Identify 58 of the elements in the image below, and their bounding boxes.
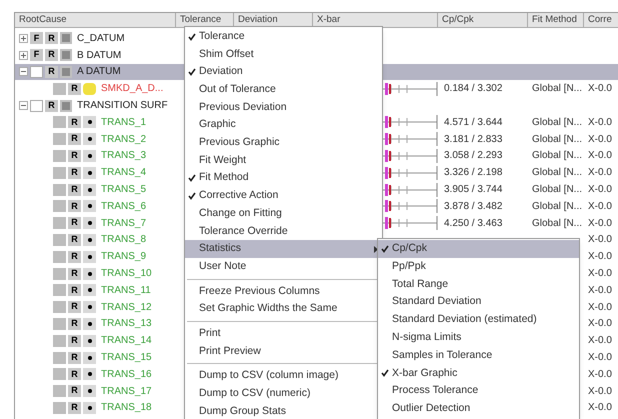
item-name: TRANSITION SURF bbox=[77, 99, 168, 114]
corrective-value: X-0.0 bbox=[588, 368, 612, 380]
cp-cpk-value: 3.058 / 2.293 bbox=[444, 150, 502, 162]
fit-method-value: Global [N... bbox=[532, 116, 582, 128]
corrective-value: X-0.0 bbox=[588, 284, 612, 296]
cp-cpk-value: 3.878 / 3.482 bbox=[444, 200, 502, 212]
fit-method-value: Global [N... bbox=[532, 83, 582, 94]
item-name: TRANS_6 bbox=[101, 200, 146, 214]
corrective-value: X-0.0 bbox=[588, 200, 612, 212]
item-name: TRANS_18 bbox=[101, 401, 152, 416]
fit-method-value: Global [N... bbox=[532, 134, 582, 145]
item-name: TRANS_5 bbox=[101, 183, 146, 198]
item-name: TRANS_7 bbox=[101, 216, 146, 231]
item-name: TRANS_9 bbox=[101, 250, 146, 264]
corrective-value: X-0.0 bbox=[588, 335, 612, 346]
corrective-value: X-0.0 bbox=[588, 386, 612, 397]
item-name: SMKD_A_D... bbox=[101, 82, 164, 96]
fit-method-value: Global [N... bbox=[532, 167, 582, 178]
corrective-value: X-0.0 bbox=[588, 134, 612, 145]
item-name: TRANS_2 bbox=[101, 132, 146, 147]
corrective-value: X-0.0 bbox=[588, 251, 612, 262]
item-name: TRANS_11 bbox=[101, 284, 151, 298]
item-name: C_DATUM bbox=[77, 32, 125, 46]
item-name: TRANS_8 bbox=[101, 233, 146, 248]
item-name: TRANS_17 bbox=[101, 384, 152, 399]
corrective-value: X-0.0 bbox=[588, 268, 612, 280]
item-name: TRANS_4 bbox=[101, 166, 146, 180]
fit-method-value: Global [N... bbox=[532, 200, 582, 212]
item-name: TRANS_10 bbox=[101, 267, 152, 282]
corrective-value: X-0.0 bbox=[588, 150, 612, 162]
item-name: TRANS_3 bbox=[101, 149, 146, 164]
item-name: TRANS_12 bbox=[101, 300, 152, 315]
corrective-value: X-0.0 bbox=[588, 116, 612, 128]
corrective-value: X-0.0 bbox=[588, 402, 612, 414]
cp-cpk-value: 4.250 / 3.463 bbox=[444, 218, 502, 229]
item-name: TRANS_1 bbox=[101, 116, 146, 130]
item-name: TRANS_16 bbox=[101, 368, 152, 382]
item-name: TRANS_14 bbox=[101, 334, 152, 348]
cp-cpk-value: 4.571 / 3.644 bbox=[444, 116, 502, 128]
corrective-value: X-0.0 bbox=[588, 234, 612, 246]
cp-cpk-value: 3.181 / 2.833 bbox=[444, 134, 502, 145]
corrective-value: X-0.0 bbox=[588, 352, 612, 364]
item-name: TRANS_15 bbox=[101, 351, 152, 366]
cp-cpk-value: 0.184 / 3.302 bbox=[444, 83, 502, 94]
fit-method-value: Global [N... bbox=[532, 184, 582, 196]
fit-method-value: Global [N... bbox=[532, 218, 582, 229]
item-name: B DATUM bbox=[77, 48, 122, 63]
corrective-value: X-0.0 bbox=[588, 83, 612, 94]
corrective-value: X-0.0 bbox=[588, 167, 612, 178]
cp-cpk-value: 3.326 / 2.198 bbox=[444, 167, 502, 178]
corrective-value: X-0.0 bbox=[588, 318, 612, 330]
cp-cpk-value: 3.905 / 3.744 bbox=[444, 184, 502, 196]
corrective-value: X-0.0 bbox=[588, 302, 612, 313]
item-name: TRANS_13 bbox=[101, 317, 152, 332]
fit-method-value: Global [N... bbox=[532, 150, 582, 162]
item-name: A DATUM bbox=[77, 65, 121, 80]
corrective-value: X-0.0 bbox=[588, 218, 612, 229]
corrective-value: X-0.0 bbox=[588, 184, 612, 196]
